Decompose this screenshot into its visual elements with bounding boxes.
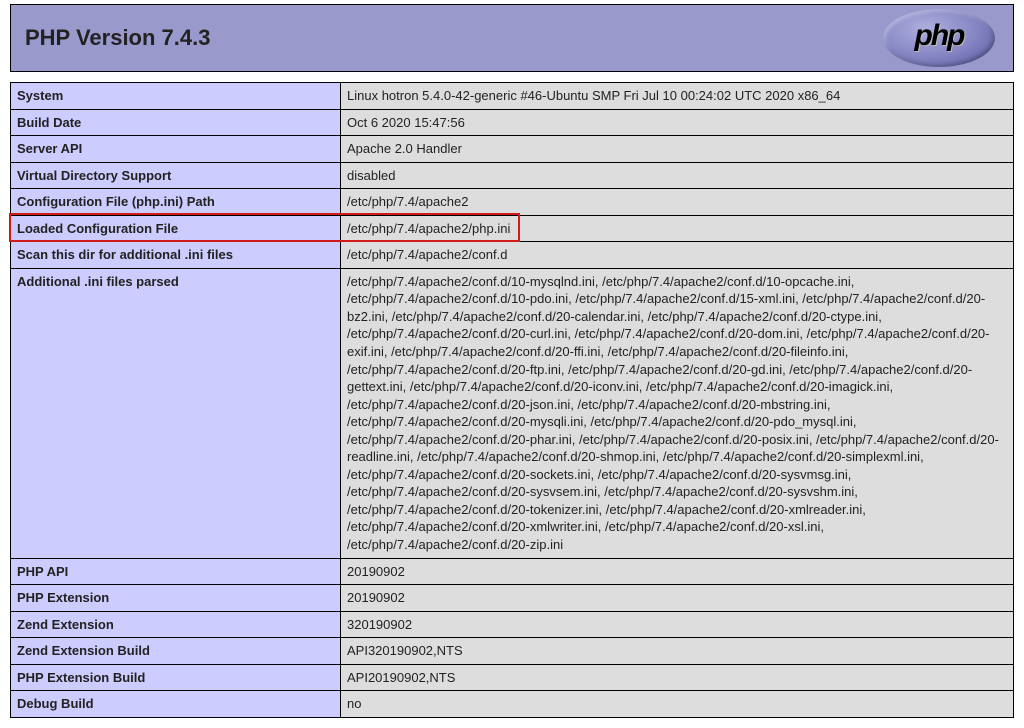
table-row: Build DateOct 6 2020 15:47:56 — [11, 109, 1014, 136]
info-key: Scan this dir for additional .ini files — [11, 242, 341, 269]
info-value: Oct 6 2020 15:47:56 — [341, 109, 1014, 136]
info-value: Linux hotron 5.4.0-42-generic #46-Ubuntu… — [341, 83, 1014, 110]
table-row: Zend Extension BuildAPI320190902,NTS — [11, 638, 1014, 665]
info-key: Debug Build — [11, 691, 341, 718]
info-value: /etc/php/7.4/apache2/php.ini — [341, 215, 1014, 242]
info-key: Zend Extension — [11, 611, 341, 638]
table-row: Zend Extension320190902 — [11, 611, 1014, 638]
info-value: /etc/php/7.4/apache2/conf.d — [341, 242, 1014, 269]
info-value: 20190902 — [341, 558, 1014, 585]
table-row: Virtual Directory Supportdisabled — [11, 162, 1014, 189]
info-key: Configuration File (php.ini) Path — [11, 189, 341, 216]
info-value: 20190902 — [341, 585, 1014, 612]
table-row: SystemLinux hotron 5.4.0-42-generic #46-… — [11, 83, 1014, 110]
table-row: Loaded Configuration File/etc/php/7.4/ap… — [11, 215, 1014, 242]
info-key: Loaded Configuration File — [11, 215, 341, 242]
info-key: PHP Extension Build — [11, 664, 341, 691]
table-row: Configuration File (php.ini) Path/etc/ph… — [11, 189, 1014, 216]
table-row: PHP API20190902 — [11, 558, 1014, 585]
page-title: PHP Version 7.4.3 — [25, 25, 210, 51]
info-key: PHP API — [11, 558, 341, 585]
table-row: Server APIApache 2.0 Handler — [11, 136, 1014, 163]
table-row: PHP Extension BuildAPI20190902,NTS — [11, 664, 1014, 691]
info-value: disabled — [341, 162, 1014, 189]
info-key: Build Date — [11, 109, 341, 136]
info-value: 320190902 — [341, 611, 1014, 638]
php-logo-text: php — [915, 19, 964, 53]
table-row: Scan this dir for additional .ini files/… — [11, 242, 1014, 269]
info-value: /etc/php/7.4/apache2/conf.d/10-mysqlnd.i… — [341, 268, 1014, 558]
info-key: PHP Extension — [11, 585, 341, 612]
info-key: Zend Extension Build — [11, 638, 341, 665]
php-logo: php — [879, 8, 999, 68]
info-table: SystemLinux hotron 5.4.0-42-generic #46-… — [10, 82, 1014, 718]
info-key: Virtual Directory Support — [11, 162, 341, 189]
info-value: no — [341, 691, 1014, 718]
header-bar: PHP Version 7.4.3 php — [10, 4, 1014, 72]
table-row: PHP Extension20190902 — [11, 585, 1014, 612]
info-value: API20190902,NTS — [341, 664, 1014, 691]
info-key: System — [11, 83, 341, 110]
info-value: Apache 2.0 Handler — [341, 136, 1014, 163]
table-row: Additional .ini files parsed/etc/php/7.4… — [11, 268, 1014, 558]
info-value: API320190902,NTS — [341, 638, 1014, 665]
info-key: Server API — [11, 136, 341, 163]
php-logo-ellipse: php — [883, 9, 995, 67]
table-row: Debug Buildno — [11, 691, 1014, 718]
info-key: Additional .ini files parsed — [11, 268, 341, 558]
info-value: /etc/php/7.4/apache2 — [341, 189, 1014, 216]
phpinfo-page: PHP Version 7.4.3 php SystemLinux hotron… — [0, 0, 1024, 728]
